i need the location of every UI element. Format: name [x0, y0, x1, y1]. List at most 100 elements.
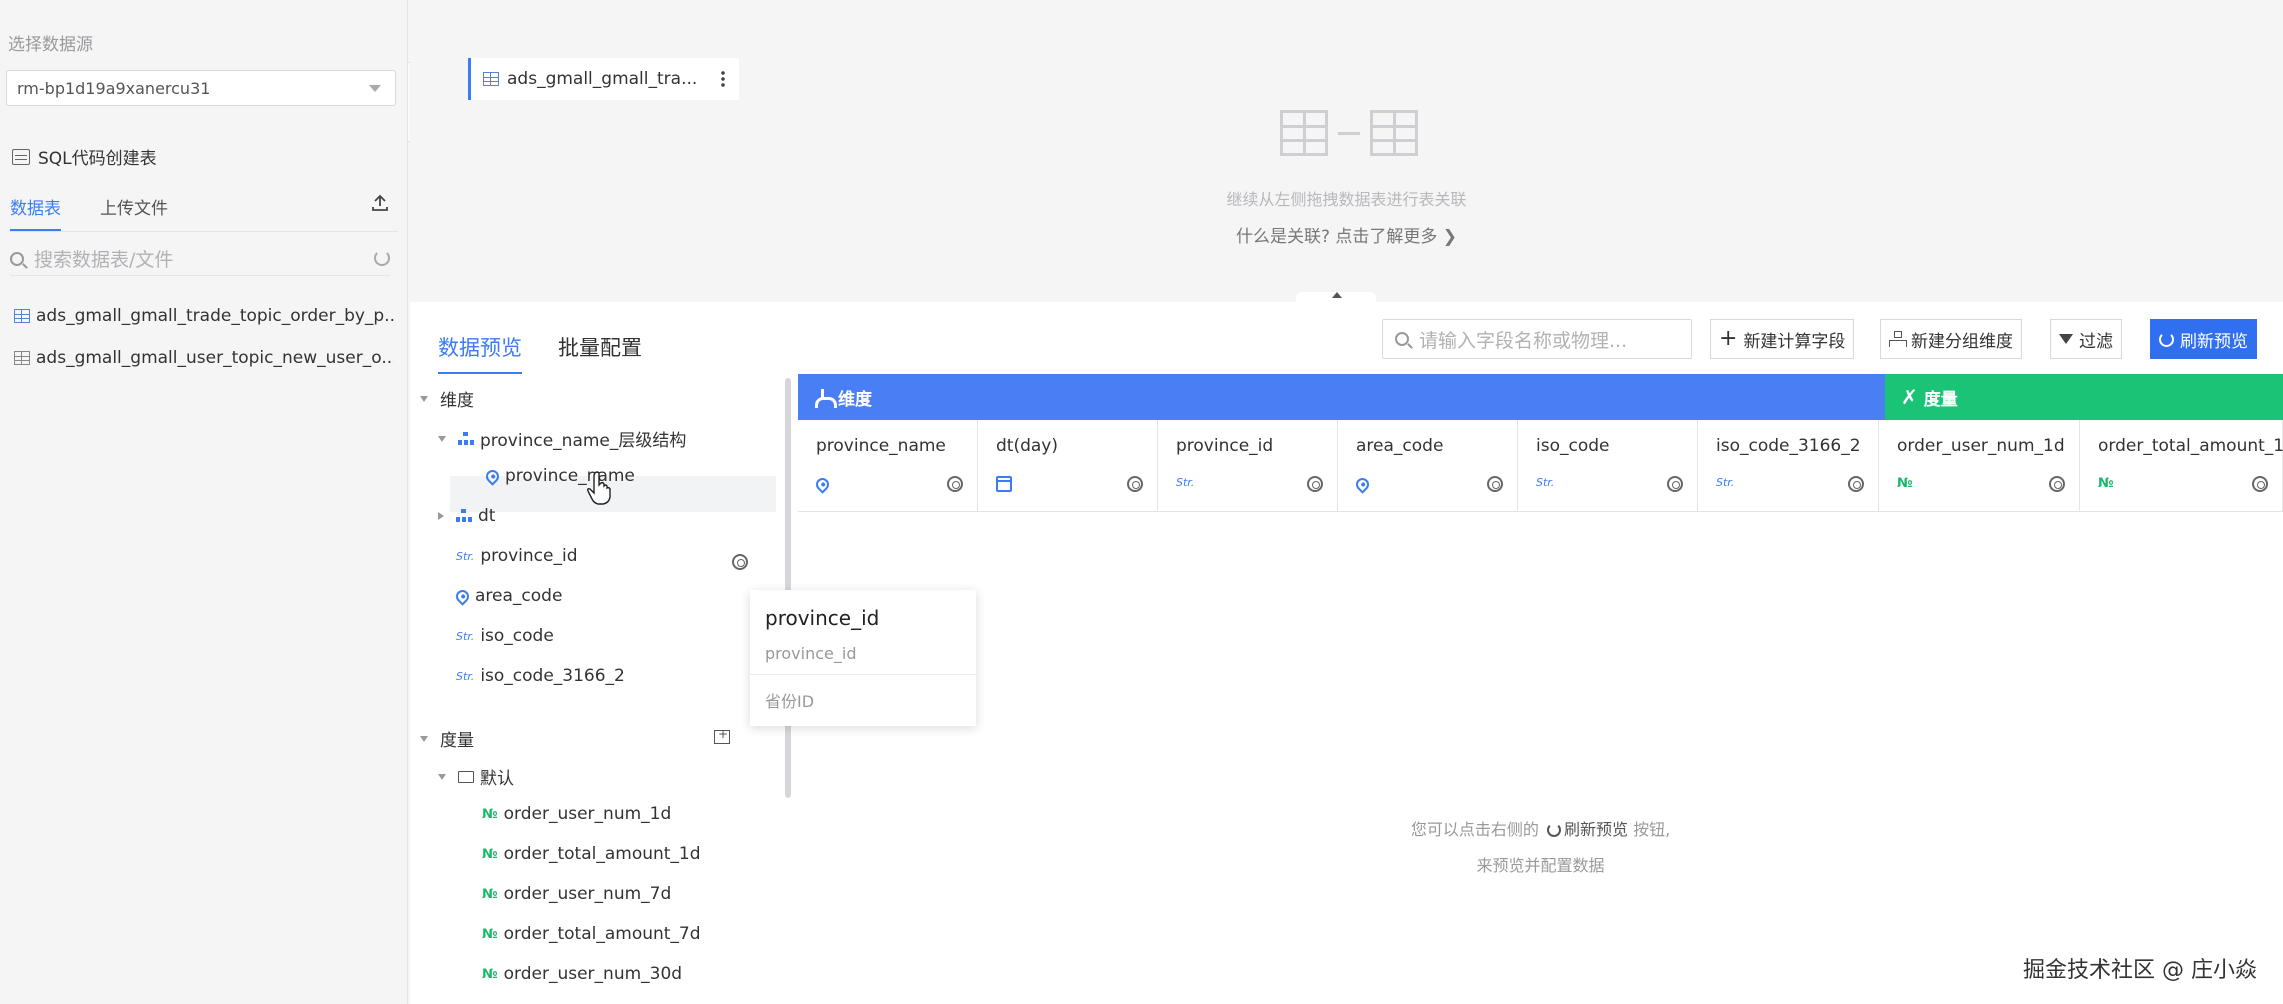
sql-create-table-link[interactable]: SQL代码创建表: [12, 144, 157, 169]
preview-panel: 数据预览 批量配置 请输入字段名称或物理... + 新建计算字段 新建分组维度 …: [410, 302, 2283, 1004]
tree-measure[interactable]: № order_total_amount_7d: [482, 924, 701, 944]
caret-down-icon: [420, 395, 428, 402]
number-type-icon: №: [482, 886, 498, 902]
table-search-input[interactable]: 搜索数据表/文件: [10, 242, 390, 276]
tree-hierarchy-node[interactable]: province_name_层级结构: [438, 426, 686, 451]
column-name: province_name: [816, 436, 946, 456]
folder-label: 默认: [480, 769, 514, 789]
column-header[interactable]: order_total_amount_1d №: [2080, 420, 2283, 512]
tab-batch-config[interactable]: 批量配置: [558, 322, 642, 374]
number-type-icon: №: [482, 846, 498, 862]
filter-label: 过滤: [2079, 331, 2113, 352]
join-line: [1338, 131, 1360, 135]
canvas-table-node[interactable]: ads_gmall_gmall_tra...: [468, 58, 740, 100]
gear-icon[interactable]: [1307, 476, 1323, 492]
measure-label: order_user_num_7d: [503, 884, 672, 904]
number-type-icon: №: [482, 966, 498, 982]
tree-field-iso-code[interactable]: Str. iso_code: [456, 626, 554, 646]
tree-field-area-code[interactable]: area_code: [453, 586, 563, 606]
search-icon: [1395, 332, 1409, 346]
string-type-icon: Str.: [1716, 476, 1735, 489]
tree-field-iso-code-3166-2[interactable]: Str. iso_code_3166_2: [456, 666, 625, 686]
column-header[interactable]: province_id Str.: [1158, 420, 1338, 512]
string-type-icon: Str.: [456, 629, 475, 643]
column-header[interactable]: area_code: [1338, 420, 1518, 512]
tree-scrollbar[interactable]: [785, 378, 791, 798]
column-name: province_id: [1176, 436, 1274, 456]
chevron-down-icon: [369, 85, 381, 92]
tree-measure[interactable]: № order_user_num_1d: [482, 804, 671, 824]
watermark: 掘金技术社区 @ 庄小焱: [2023, 958, 2257, 983]
gear-icon[interactable]: [732, 554, 748, 570]
hierarchy-label: province_name_层级结构: [480, 431, 687, 451]
tree-field-dt[interactable]: dt: [438, 506, 495, 526]
preview-tabs: 数据预览 批量配置: [438, 322, 642, 374]
empty-state-line2: 来预览并配置数据: [1476, 856, 1605, 875]
tab-upload-file[interactable]: 上传文件: [100, 194, 168, 229]
new-calc-field-label: 新建计算字段: [1743, 331, 1846, 352]
measure-label: order_user_num_30d: [503, 964, 683, 984]
sql-link-label: SQL代码创建表: [38, 149, 157, 169]
tree-measure[interactable]: № order_user_num_30d: [482, 964, 682, 984]
column-header[interactable]: iso_code Str.: [1518, 420, 1698, 512]
gear-icon[interactable]: [2252, 476, 2268, 492]
table-list-item[interactable]: ads_gmall_gmall_trade_topic_order_by_p..…: [14, 306, 394, 326]
field-search-placeholder: 请输入字段名称或物理...: [1419, 329, 1628, 352]
gear-icon[interactable]: [1667, 476, 1683, 492]
measure-header: ✗ 度量: [1885, 374, 2283, 420]
add-folder-icon[interactable]: [714, 727, 730, 744]
dimension-header: 维度: [798, 374, 1885, 420]
column-header[interactable]: order_user_num_1d №: [1879, 420, 2080, 512]
caret-down-icon: [438, 435, 446, 442]
upload-icon[interactable]: [372, 194, 388, 212]
field-label: iso_code_3166_2: [480, 666, 625, 686]
tree-measure[interactable]: № order_user_num_7d: [482, 884, 671, 904]
refresh-icon: [2159, 331, 2174, 347]
gear-icon[interactable]: [1848, 476, 1864, 492]
measure-group-label: 度量: [440, 731, 474, 751]
table-search-placeholder: 搜索数据表/文件: [34, 249, 174, 271]
field-search-input[interactable]: 请输入字段名称或物理...: [1382, 319, 1692, 359]
column-header[interactable]: province_name: [798, 420, 978, 512]
learn-more-link[interactable]: 什么是关联? 点击了解更多 ❯: [410, 222, 2283, 247]
string-type-icon: Str.: [456, 669, 475, 683]
measure-group[interactable]: 度量: [420, 726, 474, 751]
hierarchy-icon: [1889, 331, 1907, 347]
tree-measure[interactable]: № order_total_amount_1d: [482, 844, 701, 864]
plus-icon: +: [1719, 326, 1738, 351]
datasource-select[interactable]: rm-bp1d19a9xanercu31: [6, 70, 396, 106]
filter-button[interactable]: 过滤: [2050, 319, 2122, 359]
new-group-dim-button[interactable]: 新建分组维度: [1880, 319, 2022, 359]
tab-data-preview[interactable]: 数据预览: [438, 322, 522, 374]
measure-label: order_total_amount_7d: [503, 924, 701, 944]
tab-data-tables[interactable]: 数据表: [10, 194, 61, 231]
geo-location-icon: [1353, 475, 1372, 495]
search-icon: [10, 251, 24, 266]
more-options-icon[interactable]: [721, 70, 726, 88]
panel-splitter[interactable]: [1296, 292, 1376, 302]
field-label: area_code: [475, 586, 563, 606]
refresh-icon[interactable]: [374, 250, 390, 266]
caret-down-icon: [438, 773, 446, 780]
gear-icon[interactable]: [1127, 476, 1143, 492]
tooltip-divider: [750, 674, 976, 675]
table-list-item[interactable]: ads_gmall_gmall_user_topic_new_user_o...: [14, 348, 394, 368]
field-label: province_name: [505, 466, 635, 486]
gear-icon[interactable]: [1487, 476, 1503, 492]
field-label: dt: [478, 506, 496, 526]
refresh-preview-button[interactable]: 刷新预览: [2150, 319, 2257, 359]
new-calc-field-button[interactable]: + 新建计算字段: [1710, 319, 1855, 359]
tooltip-physical-name: province_id: [765, 644, 857, 663]
column-header[interactable]: dt(day): [978, 420, 1158, 512]
column-header[interactable]: iso_code_3166_2 Str.: [1698, 420, 1879, 512]
gear-icon[interactable]: [2049, 476, 2065, 492]
refresh-icon: [1546, 823, 1561, 837]
empty-text-post: 按钮,: [1633, 820, 1671, 839]
dimension-group[interactable]: 维度: [420, 386, 474, 411]
hierarchy-icon: [458, 431, 474, 446]
tree-folder-default[interactable]: 默认: [438, 764, 514, 789]
gear-icon[interactable]: [947, 476, 963, 492]
tree-field-province-name[interactable]: province_name: [483, 466, 635, 486]
field-label: iso_code: [480, 626, 554, 646]
tree-field-province-id[interactable]: Str. province_id: [456, 546, 578, 566]
